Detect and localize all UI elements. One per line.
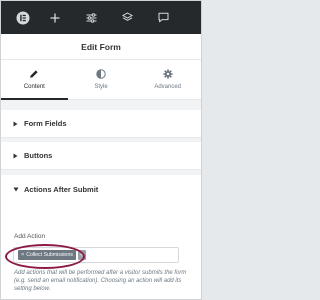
site-settings-sliders-icon[interactable] (79, 6, 103, 30)
panel-title: Edit Form (81, 41, 121, 52)
elementor-logo-icon[interactable] (11, 6, 35, 30)
caret-right-icon (13, 121, 21, 127)
tab-advanced[interactable]: Advanced (134, 60, 201, 99)
add-element-icon[interactable] (43, 6, 67, 30)
tab-content[interactable]: Content (1, 60, 68, 100)
tab-advanced-label: Advanced (154, 84, 182, 90)
caret-down-icon (13, 187, 21, 192)
editor-panel: Edit Form Content Style Advanced Form Fi… (0, 0, 202, 300)
add-action-label: Add Action (14, 233, 46, 240)
half-circle-icon (96, 69, 106, 79)
add-action-help-text: Add actions that will be performed after… (14, 270, 187, 292)
section-spacer (1, 100, 201, 110)
gear-icon (163, 69, 173, 79)
section-actions-label: Actions After Submit (24, 184, 99, 194)
section-form-fields[interactable]: Form Fields (1, 110, 201, 138)
section-actions-after-submit[interactable]: Actions After Submit (1, 175, 201, 203)
tab-style-label: Style (94, 84, 108, 90)
pencil-icon (30, 70, 38, 78)
highlight-annotation (5, 244, 85, 269)
caret-right-icon (13, 153, 21, 159)
section-buttons-label: Buttons (24, 151, 53, 160)
tab-style[interactable]: Style (68, 60, 135, 99)
comments-icon[interactable] (151, 6, 175, 30)
panel-tabs: Content Style Advanced (1, 60, 201, 100)
structure-layers-icon[interactable] (115, 6, 139, 30)
section-form-fields-label: Form Fields (24, 119, 67, 128)
panel-header: Edit Form (1, 34, 201, 60)
tab-content-label: Content (23, 84, 45, 90)
section-buttons[interactable]: Buttons (1, 142, 201, 170)
top-toolbar (1, 1, 201, 34)
